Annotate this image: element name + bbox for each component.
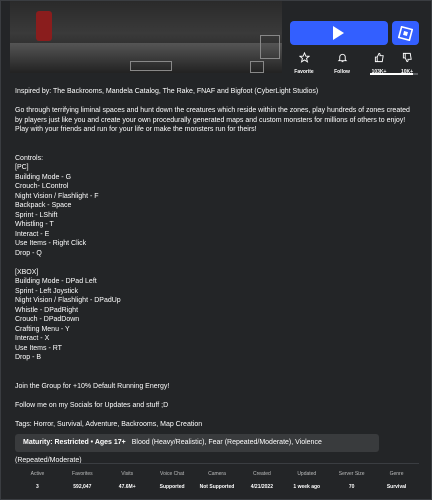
stat-value: Supported bbox=[159, 484, 185, 490]
bell-icon bbox=[337, 53, 347, 63]
stat-server-size: Server Size 70 bbox=[330, 471, 374, 490]
description-blank-line bbox=[15, 144, 419, 154]
stat-voice-chat: Voice Chat Supported bbox=[150, 471, 194, 490]
game-page: Favorite Follow 103K+ 10K+ Inspired by: … bbox=[0, 0, 432, 500]
stat-header: Voice Chat bbox=[160, 471, 185, 477]
description-line: Drop - B bbox=[15, 354, 42, 361]
stat-value: 47.6M+ bbox=[118, 484, 136, 490]
thumbnail-hud-panel bbox=[260, 35, 280, 59]
description-line: Night Vision / Flashlight - F bbox=[15, 192, 99, 200]
stat-value: Survival bbox=[386, 484, 407, 490]
stat-header: Updated bbox=[297, 471, 317, 477]
game-stats: Active 3 Favorites 592,047 Visits 47.6M+ Voice… bbox=[15, 471, 419, 495]
description-line: Crouch - DPadDown bbox=[15, 316, 80, 323]
description-line: Tags: Horror, Survival, Adventure, Backr… bbox=[15, 420, 203, 428]
stat-header: Server Size bbox=[338, 471, 365, 477]
open-in-studio-button[interactable] bbox=[392, 21, 419, 45]
description-line: [PC] bbox=[15, 164, 29, 171]
description-line: Whistling - T bbox=[15, 221, 54, 228]
stat-value: 70 bbox=[348, 484, 355, 490]
stat-value: 592,047 bbox=[73, 484, 92, 490]
stat-value: 3 bbox=[36, 484, 39, 490]
stat-visits: Visits 47.6M+ bbox=[105, 471, 149, 490]
description-line: Use Items - RT bbox=[15, 344, 62, 352]
description-blank-line bbox=[15, 97, 419, 107]
description-blank-line bbox=[15, 391, 419, 401]
thumbnail-hud-bar bbox=[130, 61, 172, 71]
game-description: Inspired by: The Backrooms, Mandela Cata… bbox=[15, 87, 419, 429]
description-blank-line bbox=[15, 363, 419, 373]
maturity-label: Maturity: Restricted • Ages 17+ bbox=[23, 439, 126, 446]
follow-label: Follow bbox=[334, 69, 350, 75]
thumbs-up-icon bbox=[374, 52, 384, 63]
description-line: Interact - E bbox=[15, 230, 50, 238]
description-line: [XBOX] bbox=[15, 268, 39, 276]
description-line: Controls: bbox=[15, 154, 44, 162]
description-blank-line bbox=[15, 258, 419, 268]
play-button[interactable] bbox=[290, 21, 388, 45]
stat-genre: Genre Survival bbox=[375, 471, 419, 490]
game-thumbnail[interactable] bbox=[10, 1, 282, 73]
description-line: Crafting Menu - Y bbox=[15, 325, 70, 333]
stat-value: 1 week ago bbox=[293, 484, 321, 490]
description-line: Sprint - Left Joystick bbox=[15, 287, 79, 295]
description-line: Whistle - DPadRight bbox=[15, 306, 79, 314]
description-line: Crouch- LControl bbox=[15, 183, 69, 190]
follow-button[interactable]: Follow bbox=[328, 50, 356, 75]
downvote-button[interactable]: 10K+ bbox=[394, 50, 420, 75]
stat-value: Not Supported bbox=[199, 484, 235, 490]
description-line: Building Mode - DPad Left bbox=[15, 278, 97, 285]
stat-updated: Updated 1 week ago bbox=[285, 471, 329, 490]
stat-header: Genre bbox=[389, 471, 404, 477]
favorite-button[interactable]: Favorite bbox=[290, 50, 318, 75]
game-actions: Favorite Follow 103K+ 10K+ bbox=[290, 50, 420, 75]
stat-header: Visits bbox=[121, 471, 134, 477]
stats-divider bbox=[15, 463, 419, 464]
description-blank-line bbox=[15, 135, 419, 145]
description-line: Inspired by: The Backrooms, Mandela Cata… bbox=[15, 88, 319, 95]
maturity-rating: Maturity: Restricted • Ages 17+ Blood (H… bbox=[15, 434, 379, 464]
star-icon bbox=[298, 51, 310, 63]
play-icon bbox=[333, 26, 344, 40]
roblox-studio-icon bbox=[398, 26, 413, 41]
vote-ratio-bar bbox=[370, 73, 418, 75]
vote-ratio-fill bbox=[370, 73, 414, 75]
description-line: Go through terrifying liminal spaces and… bbox=[15, 107, 410, 133]
description-line: Night Vision / Flashlight - DPadUp bbox=[15, 297, 121, 304]
description-line: Sprint - LShift bbox=[15, 211, 58, 219]
stat-header: Active bbox=[30, 471, 45, 477]
thumbnail-hud-slot bbox=[250, 61, 264, 73]
stat-camera: Camera Not Supported bbox=[195, 471, 239, 490]
description-line: Use Items - Right Click bbox=[15, 240, 87, 247]
thumbnail-figure bbox=[36, 11, 52, 41]
stat-header: Camera bbox=[208, 471, 226, 477]
description-line: Follow me on my Socials for Updates and … bbox=[15, 401, 169, 409]
thumbs-down-icon bbox=[402, 52, 412, 63]
stat-header: Favorites bbox=[72, 471, 93, 477]
description-line: Building Mode - G bbox=[15, 173, 72, 181]
stat-header: Created bbox=[252, 471, 271, 477]
description-blank-line bbox=[15, 410, 419, 420]
stat-favorites: Favorites 592,047 bbox=[60, 471, 104, 490]
favorite-label: Favorite bbox=[294, 69, 314, 75]
stat-active: Active 3 bbox=[15, 471, 59, 490]
description-line: Interact - X bbox=[15, 335, 50, 342]
stat-value: 4/21/2022 bbox=[250, 484, 273, 490]
description-line: Drop - Q bbox=[15, 249, 42, 257]
upvote-button[interactable]: 103K+ bbox=[366, 50, 392, 75]
description-line: Backpack - Space bbox=[15, 202, 72, 209]
description-line: Join the Group for +10% Default Running … bbox=[15, 382, 170, 390]
description-blank-line bbox=[15, 372, 419, 382]
stat-created: Created 4/21/2022 bbox=[240, 471, 284, 490]
